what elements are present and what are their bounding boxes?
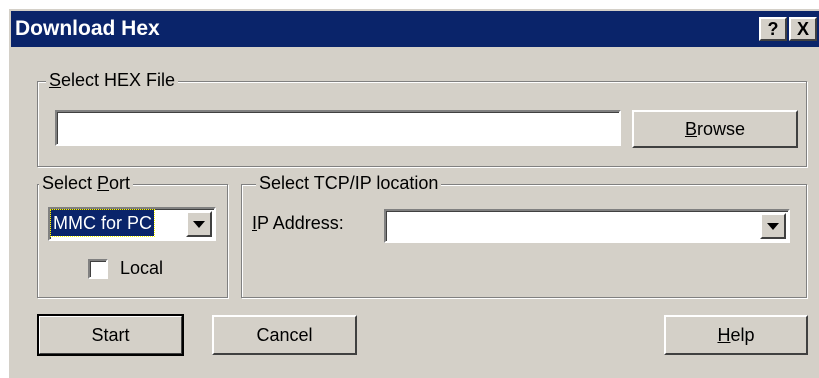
start-button[interactable]: Start — [37, 314, 184, 356]
window-title: Download Hex — [15, 17, 160, 40]
browse-label: Browse — [684, 118, 746, 139]
help-label: Help — [717, 324, 755, 345]
cancel-button[interactable]: Cancel — [212, 315, 357, 355]
local-label: Local — [120, 258, 164, 278]
title-bar[interactable]: Download Hex ? X — [11, 11, 819, 47]
port-legend: Select Port — [39, 173, 134, 194]
tcpip-legend: Select TCP/IP location — [256, 173, 442, 194]
port-selected-value: MMC for PC — [50, 209, 155, 237]
hex-file-path-input[interactable] — [55, 110, 621, 146]
tcpip-group: Select TCP/IP location IP Address: — [241, 173, 807, 298]
port-select[interactable]: MMC for PC — [48, 207, 216, 241]
close-icon[interactable]: X — [789, 17, 817, 41]
help-question-icon[interactable]: ? — [759, 17, 787, 41]
local-checkbox[interactable] — [88, 259, 108, 279]
browse-button[interactable]: Browse — [632, 110, 798, 148]
chevron-down-icon[interactable] — [760, 213, 786, 239]
ip-address-label: IP Address: — [252, 213, 344, 233]
hex-file-legend: Select HEX File — [46, 70, 179, 91]
download-hex-dialog: Download Hex ? X Select HEX File Browse … — [7, 7, 819, 378]
ip-address-combobox[interactable] — [384, 209, 790, 243]
hex-file-group: Select HEX File Browse — [37, 70, 807, 167]
chevron-down-icon[interactable] — [186, 211, 212, 237]
port-group: Select Port MMC for PC Local — [37, 173, 228, 298]
help-button[interactable]: Help — [664, 315, 808, 355]
